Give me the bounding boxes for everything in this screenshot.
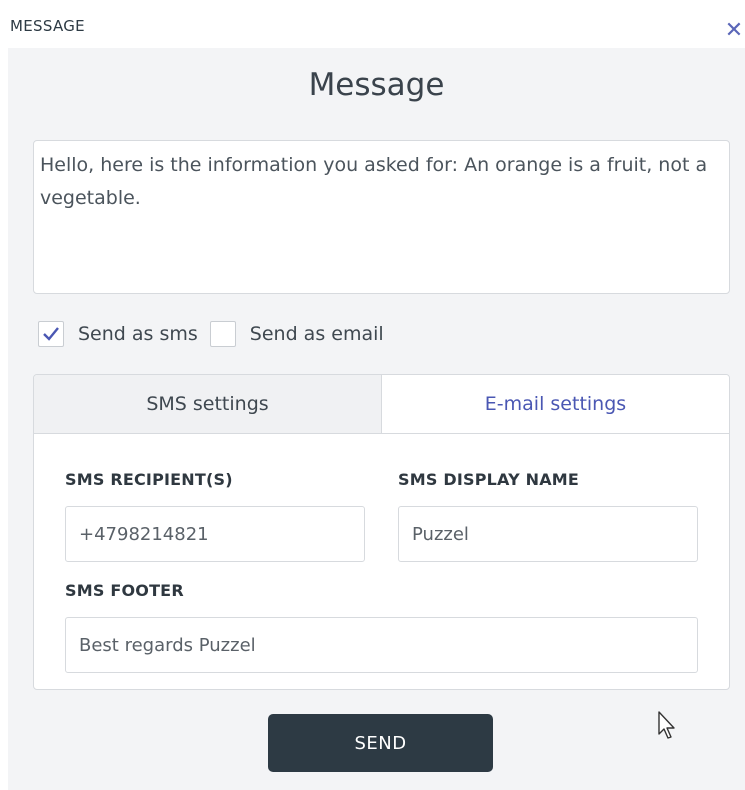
message-textarea[interactable]: Hello, here is the information you asked…: [33, 140, 730, 294]
close-icon[interactable]: ✕: [723, 18, 745, 44]
send-as-sms-label[interactable]: Send as sms: [78, 323, 198, 345]
message-dialog: Message Hello, here is the information y…: [8, 48, 745, 790]
settings-panel: SMS settings E-mail settings SMS RECIPIE…: [33, 374, 730, 690]
mouse-pointer-icon: [658, 711, 675, 739]
tab-email-settings[interactable]: E-mail settings: [382, 375, 729, 433]
sms-recipients-input[interactable]: +4798214821: [65, 506, 365, 562]
sms-recipients-label: SMS RECIPIENT(S): [65, 470, 233, 489]
sms-footer-label: SMS FOOTER: [65, 581, 184, 600]
window-tab-label: MESSAGE: [0, 0, 122, 48]
tab-sms-settings[interactable]: SMS settings: [34, 375, 382, 433]
send-options: Send as sms Send as email: [38, 320, 396, 348]
send-as-email-checkbox[interactable]: [209, 321, 236, 347]
settings-tabs: SMS settings E-mail settings: [34, 375, 729, 434]
send-as-email-label[interactable]: Send as email: [250, 323, 384, 345]
dialog-title: Message: [308, 67, 445, 103]
sms-footer-input[interactable]: Best regards Puzzel: [65, 617, 698, 673]
sms-display-name-label: SMS DISPLAY NAME: [398, 470, 580, 489]
send-button[interactable]: SEND: [268, 714, 493, 772]
checkmark-icon: [43, 327, 59, 341]
sms-display-name-input[interactable]: Puzzel: [398, 506, 698, 562]
send-as-sms-checkbox[interactable]: [38, 321, 64, 347]
